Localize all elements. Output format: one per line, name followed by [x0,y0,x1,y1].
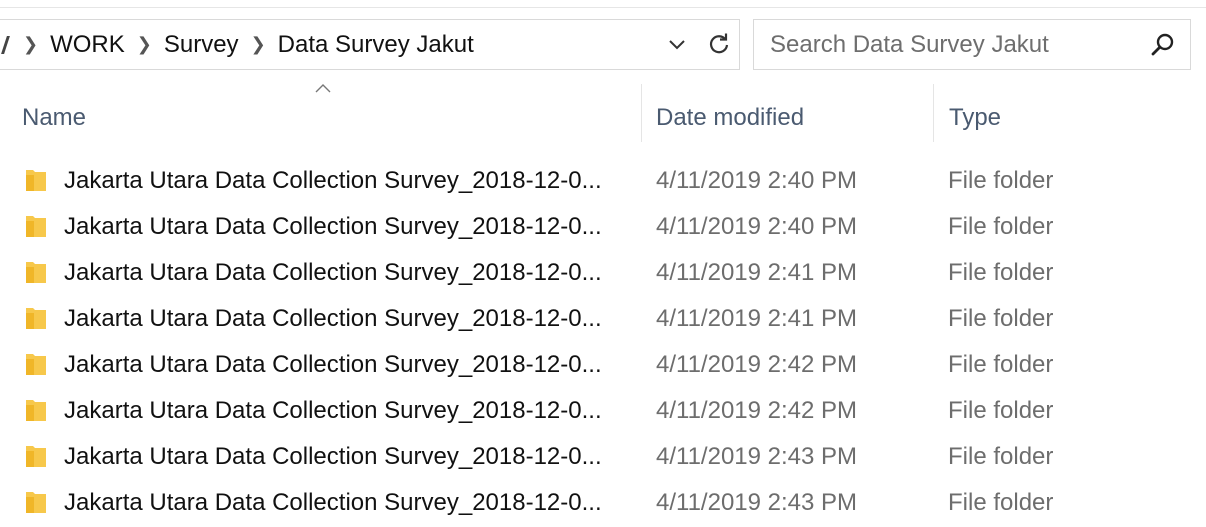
folder-icon [26,492,46,513]
chevron-down-icon[interactable] [668,34,686,54]
address-bar[interactable]: ❯ WORK ❯ Survey ❯ Data Survey Jakut [0,19,740,70]
file-date-modified: 4/11/2019 2:43 PM [656,489,858,516]
folder-icon [26,400,46,421]
breadcrumb-separator-icon[interactable]: ❯ [251,34,266,55]
file-row[interactable]: Jakarta Utara Data Collection Survey_201… [0,204,1206,250]
folder-icon [26,308,46,329]
breadcrumb-work[interactable]: WORK [50,31,125,59]
breadcrumb-data-survey-jakut[interactable]: Data Survey Jakut [278,31,474,59]
file-type: File folder [948,397,1054,424]
column-header-name[interactable]: Name [0,96,641,140]
folder-icon [26,170,46,191]
file-name: Jakarta Utara Data Collection Survey_201… [64,443,602,470]
breadcrumb: ❯ WORK ❯ Survey ❯ Data Survey Jakut [0,20,474,69]
file-type: File folder [948,443,1054,470]
truncated-crumb[interactable] [1,35,10,54]
file-date-modified: 4/11/2019 2:40 PM [656,167,858,194]
sort-up-icon [315,84,331,93]
file-type: File folder [948,305,1054,332]
file-row[interactable]: Jakarta Utara Data Collection Survey_201… [0,388,1206,434]
file-date-modified: 4/11/2019 2:43 PM [656,443,858,470]
file-name: Jakarta Utara Data Collection Survey_201… [64,489,602,516]
search-input[interactable] [768,28,1132,62]
column-header-type-label: Type [949,104,1002,131]
file-date-modified: 4/11/2019 2:41 PM [656,305,858,332]
file-type: File folder [948,351,1054,378]
file-name: Jakarta Utara Data Collection Survey_201… [64,167,602,194]
file-date-modified: 4/11/2019 2:42 PM [656,351,858,378]
file-name: Jakarta Utara Data Collection Survey_201… [64,351,602,378]
file-row[interactable]: Jakarta Utara Data Collection Survey_201… [0,250,1206,296]
column-header-type[interactable]: Type [935,96,1206,140]
file-row[interactable]: Jakarta Utara Data Collection Survey_201… [0,434,1206,480]
folder-icon [26,446,46,467]
folder-icon [26,354,46,375]
column-divider[interactable] [641,84,642,142]
file-date-modified: 4/11/2019 2:40 PM [656,213,858,240]
column-header-name-label: Name [22,104,87,131]
file-date-modified: 4/11/2019 2:42 PM [656,397,858,424]
column-header-date-label: Date modified [656,104,805,131]
search-box[interactable] [753,19,1191,70]
refresh-icon[interactable] [706,31,732,57]
file-row[interactable]: Jakarta Utara Data Collection Survey_201… [0,480,1206,526]
file-type: File folder [948,489,1054,516]
column-header-date-modified[interactable]: Date modified [643,96,933,140]
file-date-modified: 4/11/2019 2:41 PM [656,259,858,286]
file-type: File folder [948,213,1054,240]
file-name: Jakarta Utara Data Collection Survey_201… [64,259,602,286]
column-divider[interactable] [933,84,934,142]
file-name: Jakarta Utara Data Collection Survey_201… [64,213,602,240]
folder-icon [26,216,46,237]
file-row[interactable]: Jakarta Utara Data Collection Survey_201… [0,158,1206,204]
breadcrumb-separator-icon[interactable]: ❯ [23,34,38,55]
file-type: File folder [948,167,1054,194]
file-name: Jakarta Utara Data Collection Survey_201… [64,305,602,332]
breadcrumb-separator-icon[interactable]: ❯ [137,34,152,55]
folder-icon [26,262,46,283]
file-row[interactable]: Jakarta Utara Data Collection Survey_201… [0,296,1206,342]
breadcrumb-survey[interactable]: Survey [164,31,239,59]
file-row[interactable]: Jakarta Utara Data Collection Survey_201… [0,342,1206,388]
search-icon[interactable] [1150,32,1176,58]
file-type: File folder [948,259,1054,286]
ribbon-divider [0,7,1206,8]
file-name: Jakarta Utara Data Collection Survey_201… [64,397,602,424]
file-list: Jakarta Utara Data Collection Survey_201… [0,158,1206,526]
